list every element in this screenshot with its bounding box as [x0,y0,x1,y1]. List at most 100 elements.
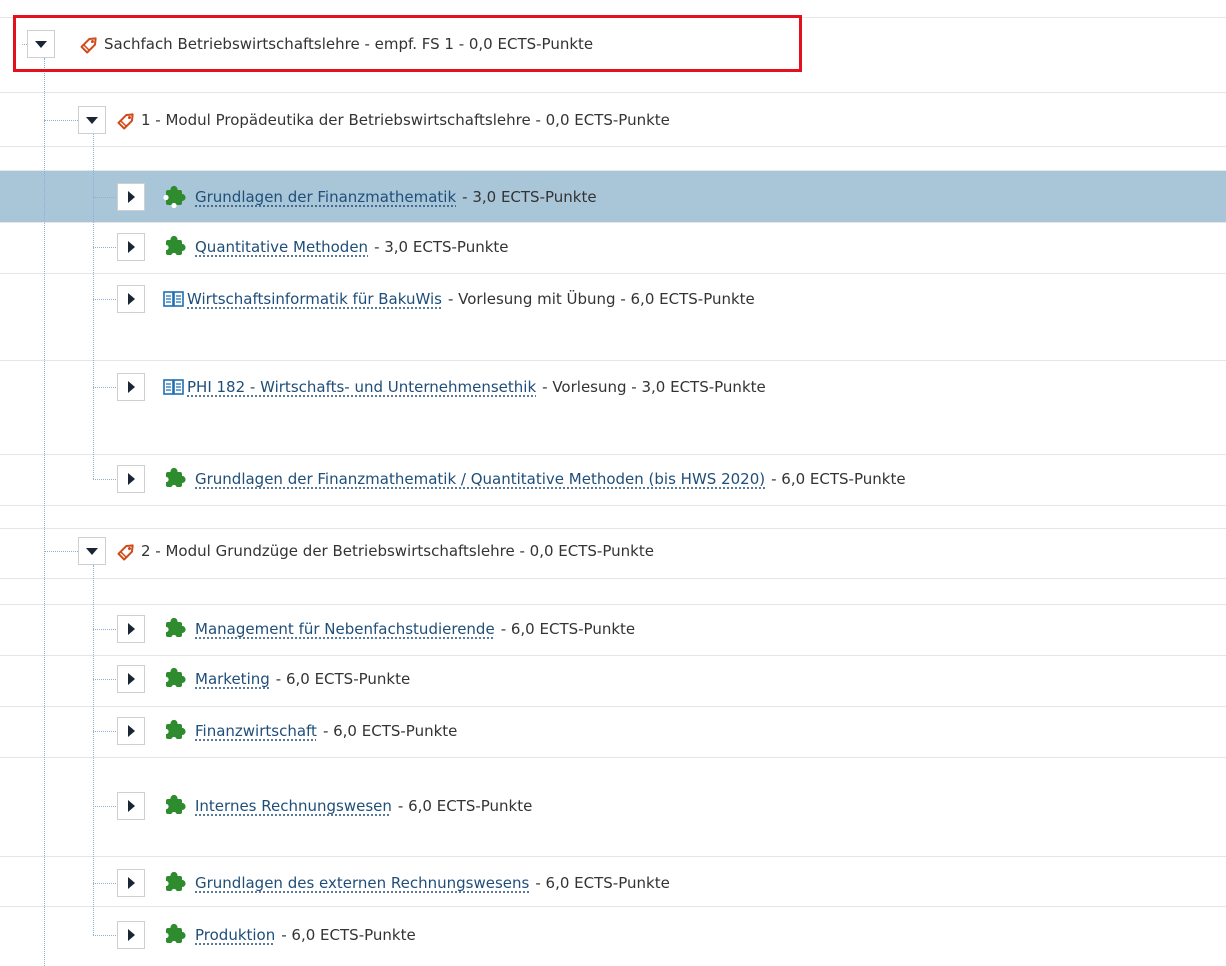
chevron-right-icon [128,241,135,253]
puzzle-icon [163,467,187,491]
course-toggle-button[interactable] [117,921,145,949]
course-ects: - 3,0 ECTS-Punkte [462,188,597,206]
course-link[interactable]: Internes Rechnungswesen [195,797,392,815]
row-divider [0,222,1226,223]
module-1-toggle-button[interactable] [78,106,106,134]
course-toggle-button[interactable] [117,465,145,493]
course-toggle-button[interactable] [117,869,145,897]
course-toggle-button[interactable] [117,285,145,313]
chevron-right-icon [128,929,135,941]
chevron-right-icon [128,725,135,737]
tree-connector [93,629,116,630]
course-toggle-button[interactable] [117,373,145,401]
root-label: Sachfach Betriebswirtschaftslehre - empf… [104,35,594,53]
module-label: 2 - Modul Grundzüge der Betriebswirtscha… [141,542,654,560]
course-row: Marketing - 6,0 ECTS-Punkte [163,665,410,693]
row-divider [0,906,1226,907]
tree-connector [93,806,116,807]
course-toggle-button[interactable] [117,233,145,261]
course-link[interactable]: Wirtschaftsinformatik für BakuWis [187,290,442,308]
module-row[interactable]: 2 - Modul Grundzüge der Betriebswirtscha… [116,537,654,565]
tag-icon [116,540,138,562]
tree-root-row[interactable]: Sachfach Betriebswirtschaftslehre - empf… [79,30,593,58]
puzzle-icon [163,923,187,947]
puzzle-icon [163,871,187,895]
chevron-right-icon [128,800,135,812]
course-ects: - 6,0 ECTS-Punkte [771,470,906,488]
tree-connector [93,679,116,680]
course-toggle-button[interactable] [117,665,145,693]
row-divider [0,655,1226,656]
tree-connector [44,551,78,552]
course-link[interactable]: Finanzwirtschaft [195,722,317,740]
course-ects: - 6,0 ECTS-Punkte [500,620,636,638]
book-icon [163,377,184,397]
chevron-down-icon [86,117,98,124]
chevron-right-icon [128,191,135,203]
puzzle-icon [163,719,187,743]
course-row: Grundlagen der Finanzmathematik - 3,0 ECT… [163,183,597,211]
course-ects: - 3,0 ECTS-Punkte [374,238,509,256]
course-link[interactable]: Grundlagen der Finanzmathematik / Quanti… [195,470,765,488]
tree-connector [93,565,94,935]
tree-connector [93,883,116,884]
course-row: Produktion - 6,0 ECTS-Punkte [163,921,416,949]
course-link[interactable]: Quantitative Methoden [195,238,368,256]
course-row: Management für Nebenfachstudierende - 6,0… [163,615,635,643]
book-icon [163,289,184,309]
module-row[interactable]: 1 - Modul Propädeutika der Betriebswirts… [116,106,670,134]
module-label: 1 - Modul Propädeutika der Betriebswirts… [141,111,670,129]
root-toggle-button[interactable] [27,30,55,58]
course-toggle-button[interactable] [117,615,145,643]
course-ects: - 6,0 ECTS-Punkte [535,874,670,892]
course-row: PHI 182 - Wirtschafts- und Unternehmense… [163,373,766,401]
chevron-down-icon [35,41,47,48]
course-row: Wirtschaftsinformatik für BakuWis - Vorle… [163,285,755,313]
course-toggle-button[interactable] [117,183,145,211]
row-divider [0,92,1226,93]
chevron-right-icon [128,623,135,635]
course-ects: - Vorlesung - 3,0 ECTS-Punkte [542,378,766,396]
row-divider [0,757,1226,758]
course-ects: - 6,0 ECTS-Punkte [322,722,458,740]
course-row: Internes Rechnungswesen - 6,0 ECTS-Punkte [163,792,532,820]
puzzle-icon [163,617,187,641]
course-link[interactable]: Marketing [195,670,270,688]
course-link[interactable]: Produktion [195,926,275,944]
row-divider [0,528,1226,529]
tree-connector [93,479,116,480]
chevron-right-icon [128,673,135,685]
course-ects: - 6,0 ECTS-Punkte [275,670,411,688]
course-link[interactable]: Management für Nebenfachstudierende [195,620,495,638]
tree-connector [93,197,116,198]
course-link[interactable]: Grundlagen der Finanzmathematik [195,188,456,206]
row-divider [0,273,1226,274]
row-divider [0,706,1226,707]
row-divider [0,604,1226,605]
course-ects: - 6,0 ECTS-Punkte [397,797,533,815]
course-toggle-button[interactable] [117,717,145,745]
course-row: Grundlagen des externen Rechnungswesens -… [163,869,670,897]
tag-icon [116,109,138,131]
module-2-toggle-button[interactable] [78,537,106,565]
tree-connector [93,247,116,248]
course-link[interactable]: PHI 182 - Wirtschafts- und Unternehmense… [187,378,536,396]
puzzle-icon [163,185,187,209]
chevron-right-icon [128,877,135,889]
puzzle-icon [163,235,187,259]
row-divider [0,856,1226,857]
tree-connector [93,134,94,479]
tag-icon [79,33,101,55]
course-ects: - 6,0 ECTS-Punkte [281,926,416,944]
puzzle-icon [163,794,187,818]
row-divider [0,578,1226,579]
course-link[interactable]: Grundlagen des externen Rechnungswesens [195,874,529,892]
chevron-right-icon [128,293,135,305]
chevron-right-icon [128,381,135,393]
row-divider [0,505,1226,506]
course-toggle-button[interactable] [117,792,145,820]
course-ects: - Vorlesung mit Übung - 6,0 ECTS-Punkte [447,290,755,308]
row-divider [0,360,1226,361]
row-divider [0,146,1226,147]
chevron-down-icon [86,548,98,555]
